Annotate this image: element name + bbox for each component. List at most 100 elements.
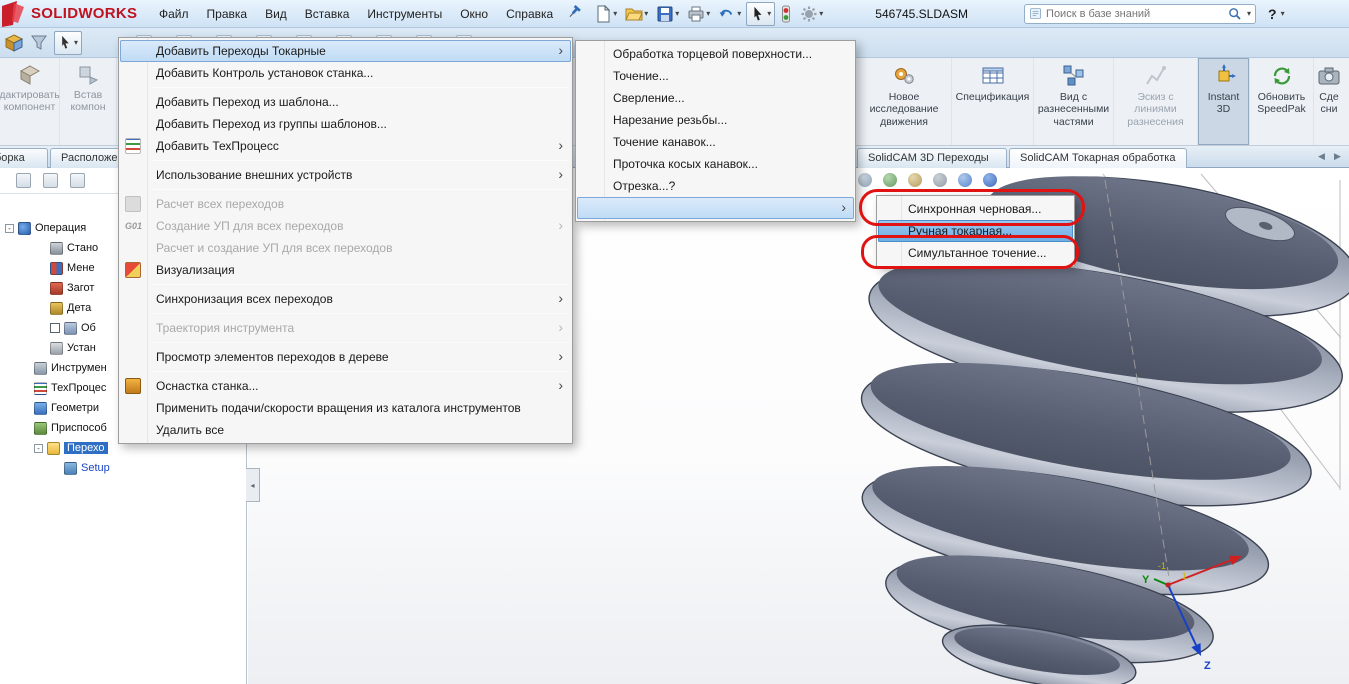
menu-item-view-tree-elements[interactable]: Просмотр элементов переходов в дереве › bbox=[120, 346, 571, 368]
menu-help[interactable]: Справка bbox=[497, 2, 562, 26]
exploded-view-button[interactable]: Вид с разнесенными частями bbox=[1034, 58, 1114, 145]
tree-filter-icon[interactable] bbox=[43, 173, 58, 188]
pin-icon[interactable] bbox=[566, 4, 582, 23]
menu-item-label: Добавить ТехПроцесс bbox=[156, 139, 279, 153]
help-button[interactable]: ? ▾ bbox=[1268, 6, 1285, 22]
collapse-icon[interactable]: - bbox=[34, 443, 43, 453]
submenu-item-face-turning[interactable]: Обработка торцевой поверхности... bbox=[577, 43, 854, 65]
search-input[interactable] bbox=[1046, 7, 1224, 20]
caret-down-icon: ▾ bbox=[74, 38, 79, 47]
tree-item-label: Стано bbox=[67, 242, 99, 254]
knowledge-search-box[interactable]: ▾ bbox=[1024, 3, 1257, 24]
tab-solidcam-3d[interactable]: SolidCAM 3D Переходы bbox=[857, 148, 1007, 168]
menu-separator bbox=[152, 371, 568, 372]
menu-item-add-techprocess[interactable]: Добавить ТехПроцесс › bbox=[120, 135, 571, 157]
submenu-item-grooving[interactable]: Точение канавок... bbox=[577, 131, 854, 153]
menu-item-add-from-template-group[interactable]: Добавить Переход из группы шаблонов... bbox=[120, 113, 571, 135]
insert-component-ribbon-button[interactable]: Встав компон bbox=[60, 58, 117, 145]
menu-insert[interactable]: Вставка bbox=[296, 2, 359, 26]
tree-item-label: Загот bbox=[67, 282, 95, 294]
select-filter-button[interactable]: ▾ bbox=[54, 30, 83, 55]
viewport-tool-icon[interactable] bbox=[958, 173, 972, 187]
edit-component-ribbon-button[interactable]: дактировать компонент bbox=[0, 58, 60, 145]
options-button[interactable]: ▾ bbox=[797, 2, 826, 26]
menu-item-calc-and-generate-all: Расчет и создание УП для всех переходов bbox=[120, 237, 571, 259]
caret-down-icon[interactable]: ▾ bbox=[1247, 9, 1251, 18]
tab-label: Расположен bbox=[61, 152, 124, 164]
caret-down-icon: ▾ bbox=[675, 9, 680, 18]
update-speedpak-button[interactable]: Обновить SpeedPak bbox=[1250, 58, 1314, 145]
submenu-item-turning[interactable]: Точение... bbox=[577, 65, 854, 87]
motion-study-button[interactable]: Новое исследование движения bbox=[857, 58, 952, 145]
print-button[interactable]: ▾ bbox=[684, 2, 713, 26]
tree-tabs-icon[interactable] bbox=[70, 173, 85, 188]
checkbox-icon[interactable] bbox=[50, 323, 60, 333]
sketch-mark: 1 bbox=[1182, 571, 1187, 581]
z-axis-label: Z bbox=[1204, 660, 1211, 672]
submenu-item-angled-grooving[interactable]: Проточка косых канавок... bbox=[577, 153, 854, 175]
edit-component-icon[interactable] bbox=[4, 33, 24, 53]
submenu-item-threading[interactable]: Нарезание резьбы... bbox=[577, 109, 854, 131]
filter-icon[interactable] bbox=[30, 34, 48, 52]
menu-file[interactable]: Файл bbox=[150, 2, 198, 26]
save-button[interactable]: ▾ bbox=[653, 2, 682, 26]
bom-table-icon bbox=[982, 67, 1003, 84]
undo-button[interactable]: ▾ bbox=[715, 2, 744, 26]
viewport-tool-icon[interactable] bbox=[858, 173, 872, 187]
viewport-tool-icon[interactable] bbox=[908, 173, 922, 187]
stoplight-toggle-button[interactable] bbox=[777, 2, 795, 26]
menu-separator bbox=[152, 342, 568, 343]
tab-solidcam-turning[interactable]: SolidCAM Токарная обработка bbox=[1009, 148, 1187, 168]
tree-item-setup[interactable]: Setup bbox=[0, 458, 246, 478]
sketch-mark: -1 bbox=[1158, 561, 1166, 571]
snapshot-button[interactable]: Сде сни bbox=[1314, 58, 1344, 145]
tab-label: SolidCAM 3D Переходы bbox=[868, 152, 989, 164]
menu-item-apply-feeds-speeds[interactable]: Применить подачи/скорости вращения из ка… bbox=[120, 397, 571, 419]
bom-button[interactable]: Спецификация bbox=[952, 58, 1034, 145]
logo-wordmark: SOLIDWORKS bbox=[31, 5, 138, 22]
instant3d-button[interactable]: Instant 3D bbox=[1198, 58, 1250, 145]
menu-separator bbox=[152, 284, 568, 285]
menu-item-synchronize-all[interactable]: Синхронизация всех переходов › bbox=[120, 288, 571, 310]
menu-item-add-from-template[interactable]: Добавить Переход из шаблона... bbox=[120, 91, 571, 113]
menu-tools[interactable]: Инструменты bbox=[358, 2, 451, 26]
submenu-arrow-icon: › bbox=[558, 42, 563, 58]
submenu-item-drilling[interactable]: Сверление... bbox=[577, 87, 854, 109]
viewport-tool-icon[interactable] bbox=[883, 173, 897, 187]
menu-item-delete-all[interactable]: Удалить все bbox=[120, 419, 571, 441]
select-cursor-icon bbox=[754, 6, 762, 20]
new-document-button[interactable]: ▾ bbox=[591, 2, 620, 26]
menu-item-add-machine-control[interactable]: Добавить Контроль установок станка... bbox=[120, 62, 571, 84]
tools-icon bbox=[34, 361, 47, 375]
menu-window[interactable]: Окно bbox=[451, 2, 497, 26]
open-button[interactable]: ▾ bbox=[622, 2, 651, 26]
stock-icon bbox=[50, 281, 63, 295]
submenu-item-advanced-turning[interactable]: › bbox=[577, 197, 854, 219]
menu-item-external-devices[interactable]: Использование внешних устройств › bbox=[120, 164, 571, 186]
collapse-icon[interactable]: - bbox=[5, 223, 14, 233]
menu-edit[interactable]: Правка bbox=[198, 2, 257, 26]
search-icon[interactable] bbox=[1227, 6, 1242, 21]
caret-down-icon: ▾ bbox=[613, 9, 618, 18]
submenu-item-simultaneous-turning[interactable]: Симультанное точение... bbox=[878, 242, 1073, 264]
geometry-icon bbox=[34, 401, 47, 415]
panel-splitter-grip[interactable]: ◂ bbox=[246, 468, 260, 502]
submenu-item-cutoff[interactable]: Отрезка...? bbox=[577, 175, 854, 197]
viewport-tool-icon[interactable] bbox=[933, 173, 947, 187]
viewport-tool-icon[interactable] bbox=[983, 173, 997, 187]
display-pane-icon[interactable] bbox=[16, 173, 31, 188]
menu-item-simulation[interactable]: Визуализация bbox=[120, 259, 571, 281]
operation-icon bbox=[18, 221, 31, 235]
tree-item-label: Приспособ bbox=[51, 422, 107, 434]
tab-scroll-left-icon[interactable]: ◀ bbox=[1318, 151, 1325, 162]
menu-item-add-turning-operations[interactable]: Добавить Переходы Токарные › bbox=[120, 40, 571, 62]
tab-assembly[interactable]: борка bbox=[0, 148, 48, 168]
menu-view[interactable]: Вид bbox=[256, 2, 296, 26]
select-tool-button[interactable]: ▾ bbox=[746, 1, 776, 26]
submenu-item-sync-roughing[interactable]: Синхронная черновая... bbox=[878, 198, 1073, 220]
stoplight-icon bbox=[782, 5, 791, 22]
submenu-item-manual-turning[interactable]: Ручная токарная... bbox=[878, 220, 1073, 242]
submenu-arrow-icon: › bbox=[558, 377, 563, 393]
tab-scroll-right-icon[interactable]: ▶ bbox=[1334, 151, 1341, 162]
menu-item-machine-tooling[interactable]: Оснастка станка... › bbox=[120, 375, 571, 397]
